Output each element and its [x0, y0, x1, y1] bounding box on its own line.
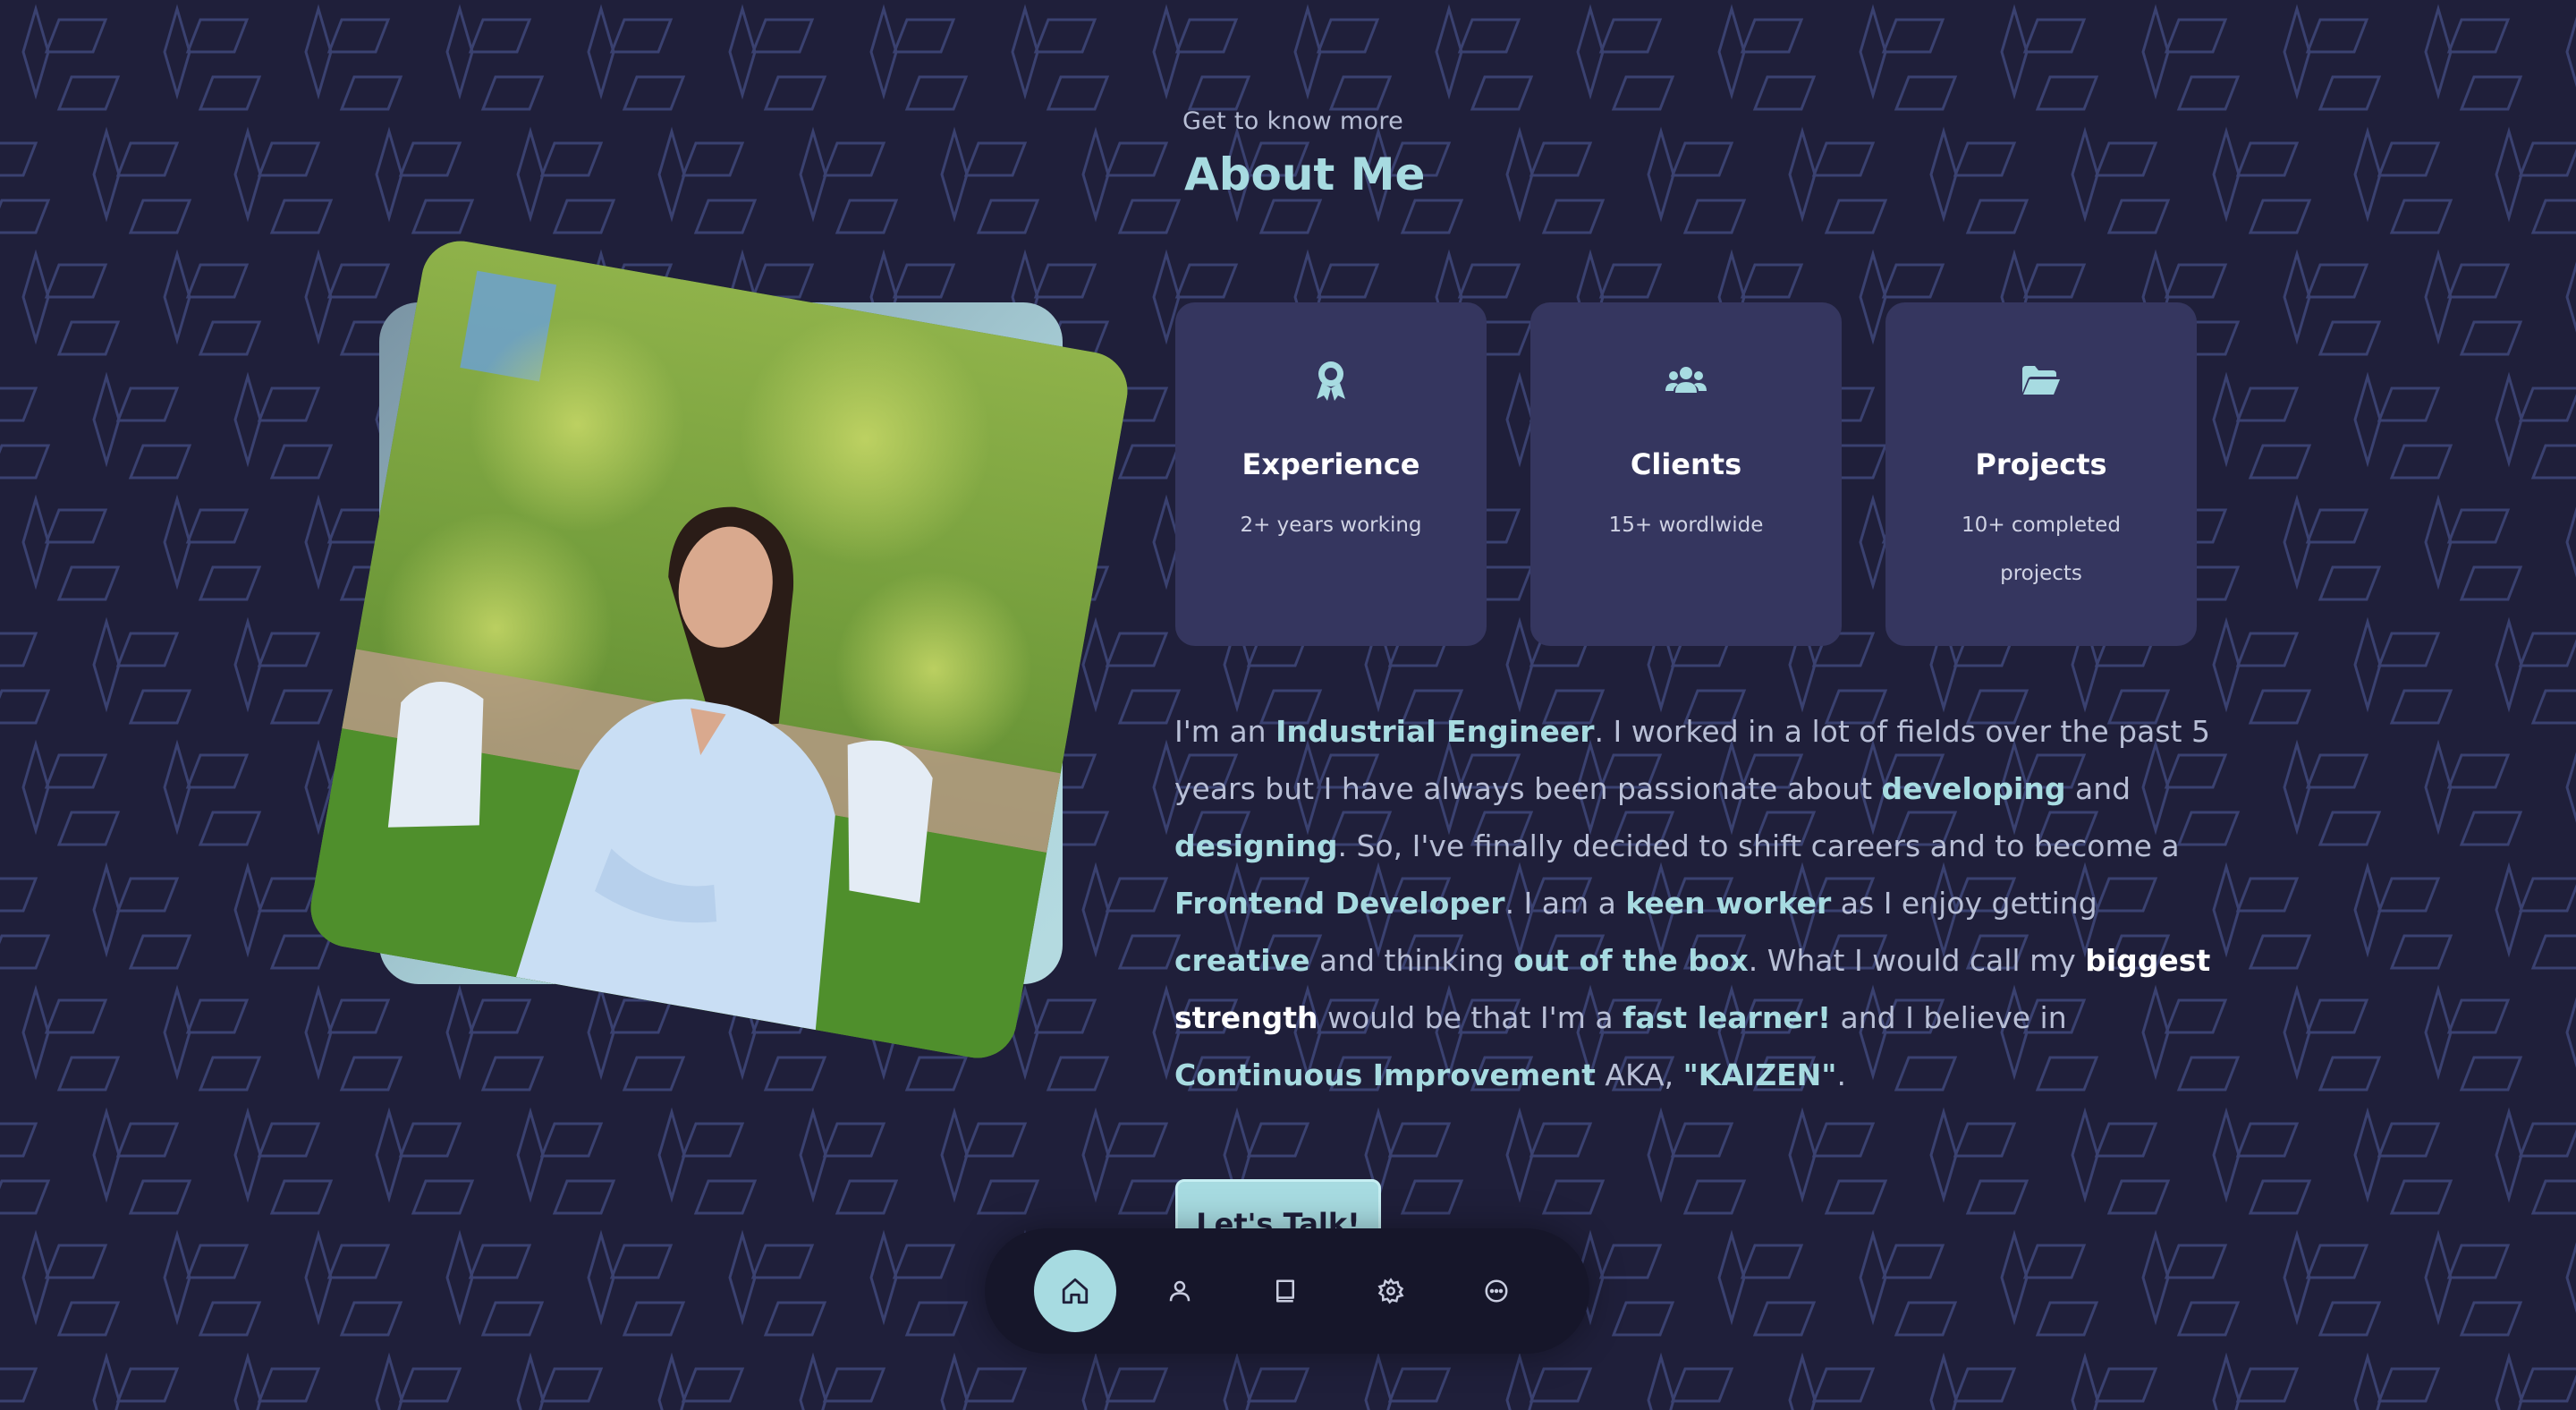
bottom-nav: [985, 1228, 1589, 1354]
highlight-industrial-engineer: Industrial Engineer: [1275, 714, 1595, 749]
highlight-keen-worker: keen worker: [1625, 886, 1832, 921]
text-segment: and thinking: [1309, 943, 1514, 978]
highlight-fast-learner: fast learner!: [1623, 1000, 1832, 1035]
nav-contact[interactable]: [1455, 1250, 1538, 1332]
folder-open-icon: [1885, 358, 2197, 403]
text-segment: .: [1836, 1058, 1846, 1092]
settings-icon: [1377, 1278, 1404, 1304]
card-title: Experience: [1241, 447, 1420, 481]
nav-about[interactable]: [1139, 1250, 1221, 1332]
nav-experience[interactable]: [1244, 1250, 1326, 1332]
clients-card: Clients 15+ wordlwide: [1530, 302, 1842, 646]
projects-card: Projects 10+ completed projects: [1885, 302, 2197, 646]
text-segment: . So, I've finally decided to shift care…: [1337, 828, 2180, 863]
text-segment: and I believe in: [1831, 1000, 2067, 1035]
highlight-creative: creative: [1174, 943, 1310, 978]
section-title: About Me: [1184, 149, 1426, 200]
card-title: Clients: [1630, 447, 1742, 481]
nav-home[interactable]: [1034, 1250, 1116, 1332]
card-title: Projects: [1975, 447, 2107, 481]
highlight-designing: designing: [1174, 828, 1338, 863]
highlight-developing: developing: [1881, 771, 2066, 806]
card-text: 10+ completed projects: [1962, 514, 2121, 585]
home-icon: [1062, 1278, 1089, 1304]
text-segment: . I am a: [1504, 886, 1626, 921]
nav-skills[interactable]: [1350, 1250, 1432, 1332]
text-segment: and: [2065, 771, 2131, 806]
highlight-kaizen: "KAIZEN": [1682, 1058, 1837, 1092]
card-text: 15+ wordlwide: [1608, 514, 1764, 537]
section-subtitle: Get to know more: [1182, 107, 1404, 135]
text-segment: as I enjoy getting: [1831, 886, 2097, 921]
text-segment: I'm an: [1174, 714, 1276, 749]
chat-icon: [1485, 1279, 1508, 1303]
experience-card: Experience 2+ years working: [1175, 302, 1487, 646]
user-icon: [1169, 1280, 1191, 1302]
award-icon: [1175, 358, 1487, 403]
highlight-out-of-the-box: out of the box: [1513, 943, 1749, 978]
book-icon: [1276, 1279, 1294, 1303]
text-segment: would be that I'm a: [1318, 1000, 1623, 1035]
highlight-frontend-developer: Frontend Developer: [1174, 886, 1505, 921]
users-icon: [1530, 358, 1842, 403]
about-paragraph: I'm an Industrial Engineer. I worked in …: [1174, 703, 2212, 1104]
card-text: 2+ years working: [1240, 514, 1422, 537]
profile-photo: [304, 234, 1134, 1065]
highlight-continuous-improvement: Continuous Improvement: [1174, 1058, 1596, 1092]
text-segment: . What I would call my: [1748, 943, 2086, 978]
text-segment: AKA,: [1595, 1058, 1683, 1092]
